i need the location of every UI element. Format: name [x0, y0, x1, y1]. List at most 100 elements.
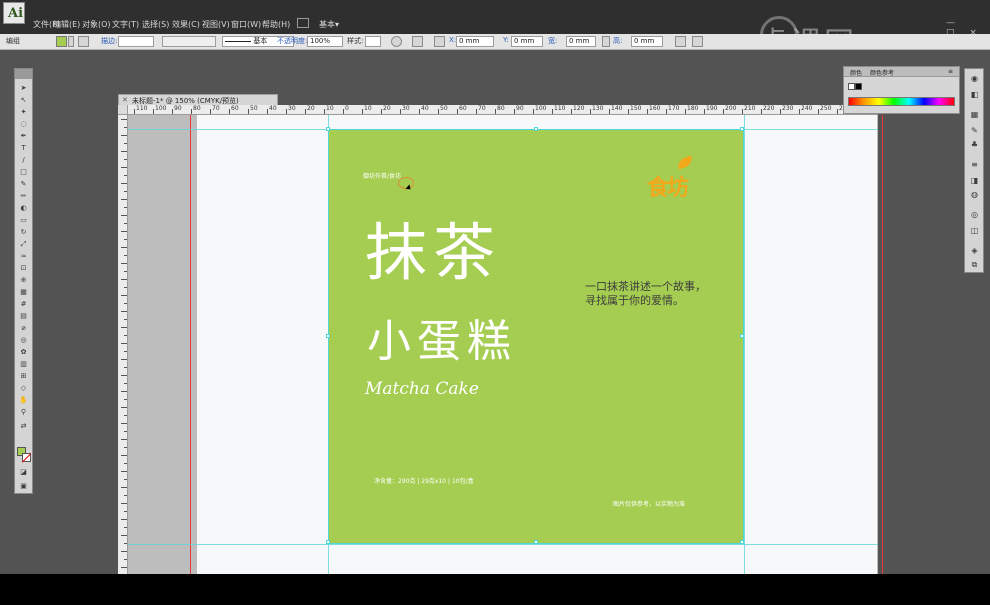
zoom-tool-icon[interactable]: ⚲ [17, 407, 30, 417]
reference-point-icon[interactable] [434, 36, 445, 47]
stroke-color-swatch[interactable] [78, 36, 89, 47]
isolate-icon[interactable] [692, 36, 703, 47]
workspace-dropdown[interactable]: 基本▾ [319, 19, 339, 30]
vertical-ruler[interactable] [118, 115, 128, 574]
w-field[interactable]: 0 mm [566, 36, 596, 47]
graph-tool-icon[interactable]: ▥ [17, 359, 30, 369]
menu-edit[interactable]: 编辑(E) [53, 19, 80, 30]
mesh-tool-icon[interactable]: # [17, 299, 30, 309]
symbols-icon[interactable]: ♣ [968, 139, 981, 150]
paintbrush-tool-icon[interactable]: ✎ [17, 179, 30, 189]
guide-horizontal[interactable] [128, 544, 878, 545]
close-icon[interactable]: ✕ [122, 96, 128, 104]
y-field[interactable]: 0 mm [511, 36, 543, 47]
menu-type[interactable]: 文字(T) [112, 19, 139, 30]
symbol-sprayer-tool-icon[interactable]: ✿ [17, 347, 30, 357]
stroke-icon[interactable]: ≡ [968, 159, 981, 170]
layers-icon[interactable]: ◈ [968, 245, 981, 256]
x-field[interactable]: 0 mm [456, 36, 494, 47]
disclaimer-text[interactable]: 图片仅供参考，以实物为准 [613, 499, 685, 508]
pathfinder-icon[interactable]: ◫ [968, 225, 981, 236]
blend-tool-icon[interactable]: ◎ [17, 335, 30, 345]
selection-handle[interactable] [740, 334, 744, 338]
appearance-icon[interactable]: ◉ [968, 73, 981, 84]
graphic-styles-icon[interactable]: ◧ [968, 89, 981, 100]
selection-tool-icon[interactable]: ➤ [17, 83, 30, 93]
menu-view[interactable]: 视图(V) [202, 19, 230, 30]
color-spectrum[interactable] [848, 97, 955, 106]
net-content-text[interactable]: 净含量：290克 | 29克x10 | 10包/盒 [374, 476, 474, 485]
swap-colors-icon[interactable]: ⇄ [17, 421, 30, 431]
swatches-icon[interactable]: ▦ [968, 109, 981, 120]
window-controls[interactable]: — □ × [946, 18, 984, 38]
type-tool-icon[interactable]: T [17, 143, 30, 153]
align-panel-icon[interactable]: ◎ [968, 209, 981, 220]
align-icon[interactable] [412, 36, 423, 47]
width-tool-icon[interactable]: ≈ [17, 251, 30, 261]
slice-tool-icon[interactable]: ◇ [17, 383, 30, 393]
eraser-tool-icon[interactable]: ▭ [17, 215, 30, 225]
rectangle-tool-icon[interactable]: □ [17, 167, 30, 177]
pencil-tool-icon[interactable]: ✏ [17, 191, 30, 201]
selection-handle[interactable] [326, 127, 330, 131]
stroke-label[interactable]: 描边: [101, 36, 117, 46]
horizontal-ruler[interactable]: 110 100 90 80 70 60 50 40 30 20 10 0 10 20 30 40 50 60 70 8… [128, 105, 878, 115]
stroke-color-box[interactable] [22, 453, 31, 462]
panel-stroke-box[interactable] [855, 83, 862, 90]
scale-tool-icon[interactable]: ⤢ [17, 239, 30, 249]
shape-builder-tool-icon[interactable]: ⊕ [17, 275, 30, 285]
selection-handle[interactable] [740, 127, 744, 131]
eyedropper-tool-icon[interactable]: ⌀ [17, 323, 30, 333]
selection-handle[interactable] [740, 540, 744, 544]
link-proportions-icon[interactable] [602, 36, 610, 47]
selection-handle[interactable] [534, 127, 538, 131]
menu-select[interactable]: 选择(S) [142, 19, 169, 30]
gradient-tool-icon[interactable]: ▤ [17, 311, 30, 321]
direct-selection-tool-icon[interactable]: ↖ [17, 95, 30, 105]
menu-object[interactable]: 对象(O) [82, 19, 111, 30]
bridge-icon[interactable] [297, 18, 309, 28]
rotate-tool-icon[interactable]: ↻ [17, 227, 30, 237]
product-title-line2[interactable]: 小蛋糕 [367, 320, 517, 364]
tab-color[interactable]: 颜色 [850, 68, 862, 77]
pen-tool-icon[interactable]: ✒ [17, 131, 30, 141]
package-design-group[interactable]: 御坊作茶/食坊 食坊 抹茶 小蛋糕 Matcha Cake 一口抹茶讲述一个故事… [326, 127, 744, 544]
stroke-weight-field[interactable] [118, 36, 154, 47]
tagline-line2[interactable]: 寻找属于你的爱情。 [585, 292, 684, 308]
panel-fill-box[interactable] [848, 83, 855, 90]
brand-logo[interactable]: 食坊 [647, 155, 695, 202]
ruler-origin[interactable] [118, 105, 128, 115]
magic-wand-tool-icon[interactable]: ✦ [17, 107, 30, 117]
selection-handle[interactable] [326, 334, 330, 338]
guide-vertical[interactable] [744, 115, 745, 574]
opacity-field[interactable]: 100% [307, 36, 343, 47]
product-subtitle-english[interactable]: Matcha Cake [365, 379, 479, 399]
menu-window[interactable]: 窗口(W) [231, 19, 261, 30]
brand-line[interactable]: 御坊作茶/食坊 [363, 171, 401, 180]
artboard-tool-icon[interactable]: ⊞ [17, 371, 30, 381]
hand-tool-icon[interactable]: ✋ [17, 395, 30, 405]
screen-mode-icon[interactable]: ▣ [17, 481, 30, 491]
menu-help[interactable]: 帮助(H) [262, 19, 290, 30]
graphic-style-dropdown[interactable] [365, 36, 381, 47]
blob-brush-tool-icon[interactable]: ◐ [17, 203, 30, 213]
variable-width-dropdown[interactable] [162, 36, 216, 47]
tools-panel-header[interactable] [15, 69, 32, 79]
recolor-icon[interactable] [391, 36, 402, 47]
free-transform-tool-icon[interactable]: ⊡ [17, 263, 30, 273]
perspective-grid-tool-icon[interactable]: ▦ [17, 287, 30, 297]
draw-mode-icon[interactable]: ◪ [17, 467, 30, 477]
artboards-icon[interactable]: ⧉ [968, 259, 981, 270]
opacity-label[interactable]: 不透明度: [277, 36, 307, 46]
selection-handle[interactable] [534, 540, 538, 544]
brushes-icon[interactable]: ✎ [968, 125, 981, 136]
menu-effect[interactable]: 效果(C) [172, 19, 200, 30]
tab-color-guide[interactable]: 颜色参考 [870, 68, 894, 77]
transparency-icon[interactable]: ◍ [968, 189, 981, 200]
fill-dropdown-icon[interactable] [68, 36, 74, 47]
panel-menu-icon[interactable]: ≡ [948, 68, 953, 75]
lasso-tool-icon[interactable]: ◌ [17, 119, 30, 129]
selection-handle[interactable] [326, 540, 330, 544]
h-field[interactable]: 0 mm [631, 36, 663, 47]
gradient-icon[interactable]: ◨ [968, 175, 981, 186]
